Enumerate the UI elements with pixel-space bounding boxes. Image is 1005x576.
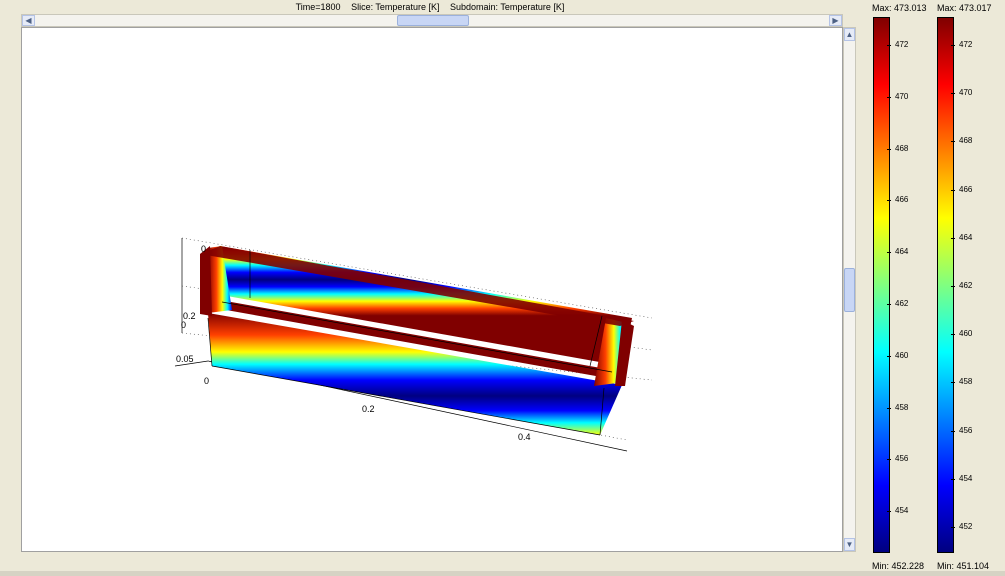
plot-title: Time=1800 Slice: Temperature [K] Subdoma… xyxy=(0,0,860,14)
colorbar-1-tick: 464 xyxy=(886,247,909,257)
subdomain-label: Subdomain: Temperature [K] xyxy=(449,2,565,12)
x-axis-label-0: 0 xyxy=(204,376,209,386)
colorbar-1-min: Min: 452.228 xyxy=(872,561,925,571)
scroll-right-icon[interactable]: ▶ xyxy=(829,15,842,26)
z-axis-label: 0.05 xyxy=(176,354,194,364)
colorbar-1-tick: 462 xyxy=(886,299,909,308)
y-axis-label-top: 0 xyxy=(201,244,206,254)
x-axis-label-2: 0.4 xyxy=(518,432,531,442)
colorbar-2-tick: 462 xyxy=(950,281,973,290)
colorbar-1-tick: 468 xyxy=(886,143,909,153)
tray-model xyxy=(200,246,634,436)
colorbar-2-tick: 470 xyxy=(950,88,973,98)
colorbar-1-tick: 460 xyxy=(886,350,909,360)
colorbar-1-tick: 458 xyxy=(886,402,909,412)
colorbar-1-max: Max: 473.013 xyxy=(872,3,927,13)
scroll-down-icon[interactable]: ▼ xyxy=(844,538,855,551)
colorbar-1-tick: 454 xyxy=(886,506,909,516)
scroll-left-icon[interactable]: ◀ xyxy=(22,15,35,26)
time-label: Time=1800 xyxy=(295,2,341,12)
horizontal-scrollbar[interactable]: ◀ ▶ xyxy=(21,14,843,27)
horizontal-scroll-thumb[interactable] xyxy=(397,15,469,26)
colorbar-1-tick: 472 xyxy=(886,40,909,49)
3d-plot: 0 0.2 0 0.05 0 0.2 0.4 xyxy=(174,237,653,452)
colorbar-2 xyxy=(937,17,954,553)
x-axis-label-1: 0.2 xyxy=(362,404,375,414)
colorbar-2-tick: 452 xyxy=(950,522,973,531)
colorbar-2-tick: 464 xyxy=(950,232,973,242)
slice-label: Slice: Temperature [K] xyxy=(351,2,440,12)
colorbar-2-tick: 456 xyxy=(950,425,973,435)
colorbar-1-tick: 456 xyxy=(886,454,909,464)
status-strip xyxy=(0,571,1005,576)
colorbar-1-tick: 466 xyxy=(886,195,909,205)
colorbar-2-tick: 454 xyxy=(950,473,973,483)
colorbar-1-tick: 470 xyxy=(886,91,909,101)
vertical-scrollbar[interactable]: ▲ ▼ xyxy=(843,27,856,552)
colorbar-2-tick: 468 xyxy=(950,136,973,146)
colorbar-2-max: Max: 473.017 xyxy=(937,3,992,13)
colorbar-2-min: Min: 451.104 xyxy=(937,561,990,571)
colorbar-2-tick: 472 xyxy=(950,40,973,49)
colorbar-2-tick: 458 xyxy=(950,377,973,387)
y-axis-label-bottom: 0 xyxy=(181,320,186,330)
vertical-scroll-thumb[interactable] xyxy=(844,268,855,312)
scroll-up-icon[interactable]: ▲ xyxy=(844,28,855,41)
colorbar-2-tick: 460 xyxy=(950,329,973,339)
colorbar-2-tick: 466 xyxy=(950,184,973,194)
plot-canvas[interactable]: 0 0.2 0 0.05 0 0.2 0.4 xyxy=(21,27,843,552)
